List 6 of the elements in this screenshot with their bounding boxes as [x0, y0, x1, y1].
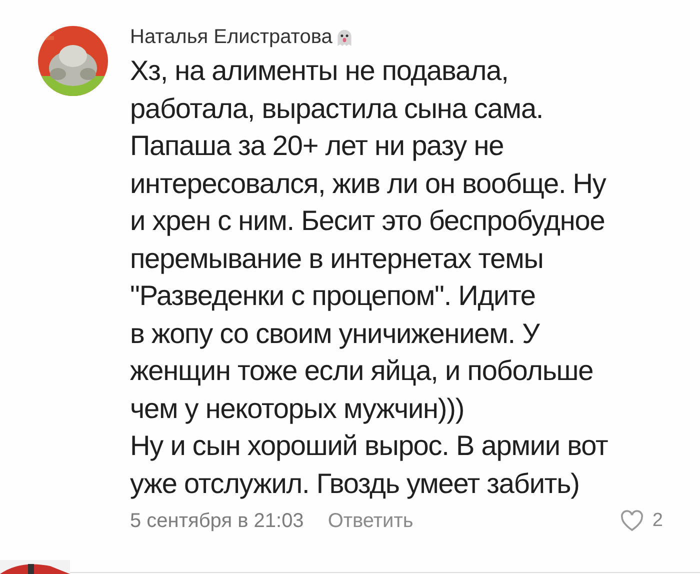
- like-count: 2: [652, 510, 663, 532]
- heart-icon[interactable]: [620, 510, 644, 532]
- comment-text: Хз, на алименты не подавала, работала, вырастила сына сама. Папаша за 20+ лет ни разу не интересовался, жив ли он вообще. Ну и хрен с ним. Бесит это беспробудное перемывание в интернетах темы "Разведенки с процепом". Идите в жопу со своим уничижением. У женщин тоже если яйца, и побольше чем у некоторых мужчин))) Ну и сын хороший вырос. В армии вот уже отслужил. Гвоздь умеет забить): [130, 54, 609, 501]
- comment-date: 5 сентября в 21:03: [130, 510, 304, 532]
- author-name[interactable]: Наталья Елистратова: [130, 26, 332, 48]
- ghost-icon: [336, 28, 354, 46]
